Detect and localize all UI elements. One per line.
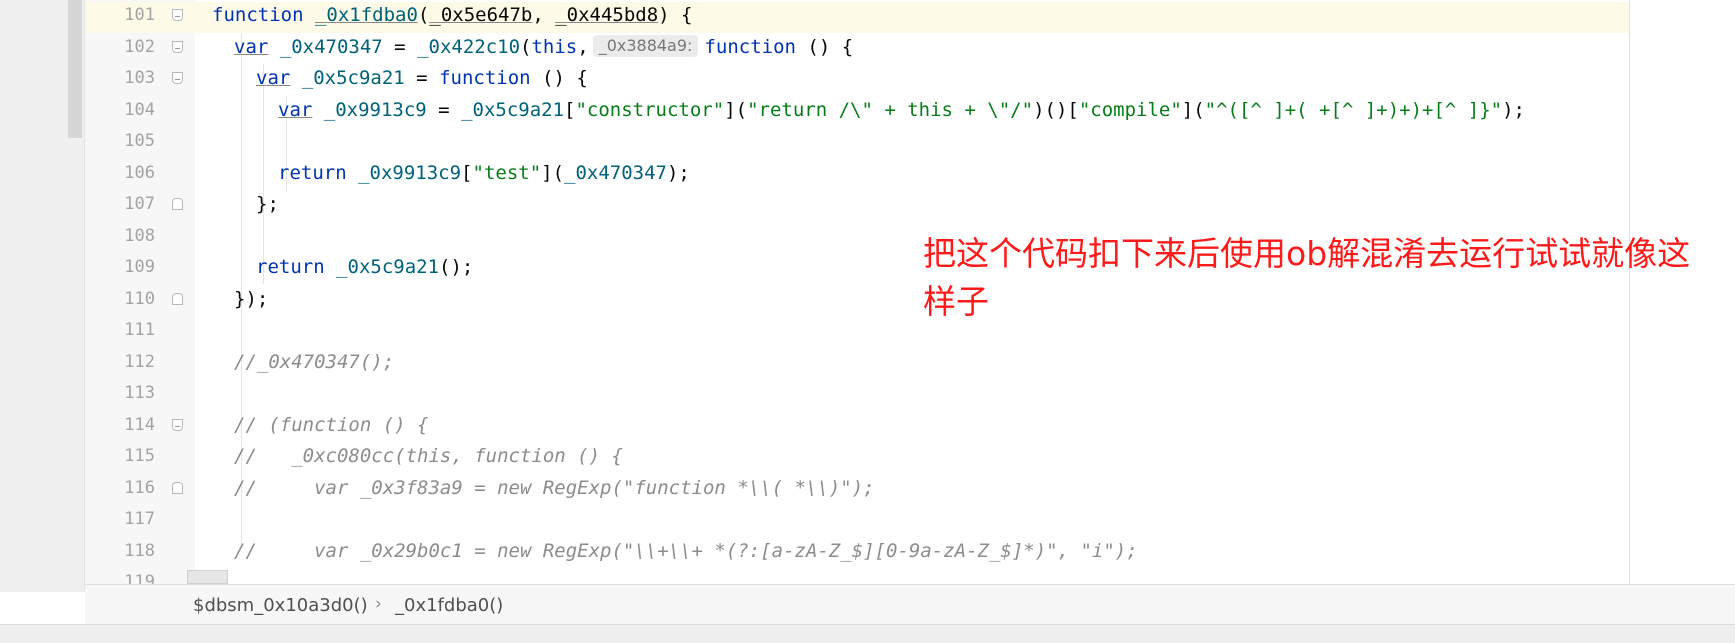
line-number: 103: [124, 68, 155, 88]
code-line[interactable]: 113: [85, 378, 1630, 410]
comment: // var _0x29b0c1 = new RegExp("\\+\\+ *(…: [234, 539, 1138, 562]
line-number: 109: [124, 257, 155, 277]
keyword: var: [234, 35, 269, 58]
code-line[interactable]: 118 // var _0x29b0c1 = new RegExp("\\+\\…: [85, 536, 1630, 568]
comment: //_0x470347();: [234, 350, 395, 373]
code-text: });: [234, 287, 269, 310]
code-line[interactable]: 101 function _0x1fdba0(_0x5e647b, _0x445…: [85, 0, 1630, 32]
fold-open-icon[interactable]: [172, 72, 183, 84]
code-text: var _0x5c9a21 = function () {: [256, 67, 588, 89]
line-number: 114: [124, 414, 155, 435]
horizontal-scrollbar-thumb[interactable]: [187, 570, 228, 584]
keyword: var: [256, 67, 291, 89]
line-number: 116: [124, 477, 155, 498]
line-number: 117: [124, 509, 155, 529]
string: "test": [472, 161, 542, 184]
keyword: this: [531, 35, 578, 58]
fold-open-icon[interactable]: [172, 418, 183, 431]
fold-open-icon[interactable]: [172, 9, 183, 21]
param: _0x445bd8: [555, 4, 659, 26]
line-number: 115: [124, 446, 155, 466]
code-line[interactable]: 107 };: [85, 189, 1630, 221]
code-line[interactable]: 114 // (function () {: [85, 410, 1630, 442]
code-text: };: [256, 193, 279, 215]
status-bar: [0, 624, 1735, 643]
string: "constructor": [575, 98, 725, 121]
comment: // _0xc080cc(this, function () {: [234, 445, 623, 467]
keyword: var: [278, 98, 313, 121]
fold-close-icon[interactable]: [172, 481, 183, 494]
fold-close-icon[interactable]: [172, 292, 183, 305]
keyword: function: [704, 35, 796, 58]
param: _0x5e647b: [429, 4, 533, 26]
line-number: 101: [124, 5, 155, 25]
breadcrumb-separator-icon: ›: [375, 594, 382, 614]
comment: // (function () {: [234, 413, 429, 436]
line-number: 104: [124, 99, 155, 120]
string: "compile": [1078, 98, 1182, 121]
variable: _0x5c9a21: [301, 67, 405, 89]
code-line[interactable]: 112 //_0x470347();: [85, 347, 1630, 379]
fold-close-icon[interactable]: [172, 198, 183, 210]
parameter-hint: _0x3884a9:: [592, 34, 699, 57]
keyword: function: [439, 67, 531, 89]
annotation-text: 把这个代码扣下来后使用ob解混淆去运行试试就像这样子: [923, 234, 1691, 321]
line-number: 106: [124, 162, 155, 183]
fold-open-icon[interactable]: [172, 40, 183, 53]
keyword: function: [212, 4, 304, 26]
line-number: 111: [124, 320, 155, 340]
line-number: 108: [124, 225, 155, 246]
line-number: 113: [124, 383, 155, 403]
code-text: return _0x5c9a21();: [256, 256, 474, 278]
code-text: function _0x1fdba0(_0x5e647b, _0x445bd8)…: [212, 4, 693, 26]
code-line[interactable]: 116 // var _0x3f83a9 = new RegExp("funct…: [85, 473, 1630, 505]
variable: _0x9913c9: [358, 161, 462, 184]
variable: _0x470347: [279, 35, 383, 58]
variable: _0x9913c9: [323, 98, 427, 121]
line-number: 105: [124, 131, 155, 151]
code-line[interactable]: 102 var _0x470347 = _0x422c10(this, _0x38…: [85, 32, 1630, 64]
code-line[interactable]: 117: [85, 504, 1630, 536]
code-line[interactable]: 105: [85, 126, 1630, 158]
code-line[interactable]: 119: [85, 567, 1630, 584]
breadcrumb-item[interactable]: $dbsm_0x10a3d0(): [193, 595, 368, 616]
variable: _0x470347: [564, 161, 667, 184]
code-text: var _0x470347 = _0x422c10(this, _0x3884a9…: [234, 34, 854, 58]
string: "return /\" + this + \"/": [747, 98, 1034, 121]
function-call: _0x422c10: [417, 35, 521, 58]
variable: _0x5c9a21: [461, 98, 565, 121]
code-line[interactable]: 103 var _0x5c9a21 = function () {: [85, 63, 1630, 95]
string: "^([^ ]+( +[^ ]+)+)+[^ ]}": [1204, 98, 1503, 121]
code-line[interactable]: 104 var _0x9913c9 = _0x5c9a21["construct…: [85, 95, 1630, 127]
comment: // var _0x3f83a9 = new RegExp("function …: [234, 476, 875, 499]
line-number: 110: [124, 288, 155, 309]
keyword: return: [256, 256, 325, 278]
breadcrumb-item[interactable]: _0x1fdba0(): [395, 595, 503, 616]
line-number: 118: [124, 540, 155, 561]
code-text: var _0x9913c9 = _0x5c9a21["constructor"]…: [278, 98, 1525, 121]
breadcrumb: $dbsm_0x10a3d0() › _0x1fdba0(): [85, 584, 1735, 625]
code-text: return _0x9913c9["test"](_0x470347);: [278, 161, 690, 184]
keyword: return: [278, 161, 347, 184]
line-number: 102: [124, 36, 155, 57]
code-line[interactable]: 106 return _0x9913c9["test"](_0x470347);: [85, 158, 1630, 190]
line-number: 107: [124, 194, 155, 214]
left-scrollbar-thumb[interactable]: [68, 0, 82, 138]
code-line[interactable]: 115 // _0xc080cc(this, function () {: [85, 441, 1630, 473]
function-call: _0x5c9a21: [336, 256, 440, 278]
line-number: 119: [124, 572, 155, 584]
line-number: 112: [124, 351, 155, 372]
function-name: _0x1fdba0: [314, 4, 418, 26]
